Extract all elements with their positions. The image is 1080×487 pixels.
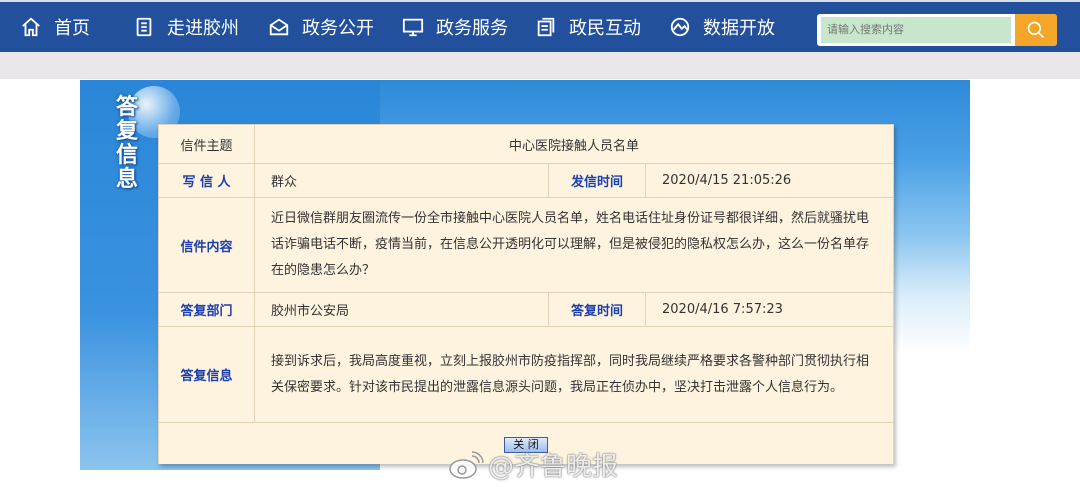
nav-label: 首页 xyxy=(54,18,90,39)
nav-label: 政务服务 xyxy=(436,18,508,39)
weibo-icon xyxy=(449,450,484,479)
nav-public[interactable]: 政务公开 xyxy=(268,14,374,40)
nav-label: 政民互动 xyxy=(569,18,641,39)
sent-time-value: 2020/4/15 21:05:26 xyxy=(645,163,894,198)
search-button[interactable] xyxy=(1015,14,1057,46)
writer-value: 群众 xyxy=(254,163,549,198)
home-icon xyxy=(22,17,40,37)
content-value: 近日微信群朋友圈流传一份全市接触中心医院人员名单，姓名电话住址身份证号都很详细，… xyxy=(254,197,894,293)
watermark-text: @齐鲁晚报 xyxy=(488,452,619,482)
monitor-icon xyxy=(402,18,424,37)
side-title: 答复信息 xyxy=(115,95,138,192)
search-box xyxy=(817,14,1057,46)
content-label: 信件内容 xyxy=(158,197,255,293)
sent-time-label: 发信时间 xyxy=(548,163,646,198)
reply-time-value: 2020/4/16 7:57:23 xyxy=(645,292,894,327)
search-icon xyxy=(1027,21,1045,39)
nav-home[interactable]: 首页 xyxy=(20,14,90,40)
search-input[interactable] xyxy=(821,17,1011,43)
reply-label: 答复信息 xyxy=(158,326,255,423)
letter-table: 信件主题 中心医院接触人员名单 写 信 人 群众 发信时间 2020/4/15 … xyxy=(158,124,894,464)
dept-value: 胶州市公安局 xyxy=(254,292,549,327)
gray-band xyxy=(0,52,1080,79)
reply-value: 接到诉求后，我局高度重视，立刻上报胶州市防疫指挥部，同时我局继续严格要求各警种部… xyxy=(254,326,894,423)
reply-time-label: 答复时间 xyxy=(548,292,646,327)
writer-label: 写 信 人 xyxy=(158,163,255,198)
nav-interact[interactable]: 政民互动 xyxy=(535,14,641,40)
nav-about[interactable]: 走进胶州 xyxy=(133,14,239,40)
mail-icon xyxy=(269,18,289,36)
nav-label: 政务公开 xyxy=(302,18,374,39)
subject-label: 信件主题 xyxy=(158,124,255,164)
files-icon xyxy=(537,17,555,37)
globe-icon xyxy=(670,17,690,37)
top-nav: 首页 走进胶州 政务公开 政务服务 政民互动 数据开放 xyxy=(0,0,1080,52)
nav-service[interactable]: 政务服务 xyxy=(402,14,508,40)
subject-value: 中心医院接触人员名单 xyxy=(254,124,894,164)
nav-label: 数据开放 xyxy=(703,18,775,39)
document-icon xyxy=(136,17,152,37)
watermark: @齐鲁晚报 xyxy=(448,446,618,483)
dept-label: 答复部门 xyxy=(158,292,255,327)
nav-data[interactable]: 数据开放 xyxy=(669,14,775,40)
nav-label: 走进胶州 xyxy=(167,18,239,39)
